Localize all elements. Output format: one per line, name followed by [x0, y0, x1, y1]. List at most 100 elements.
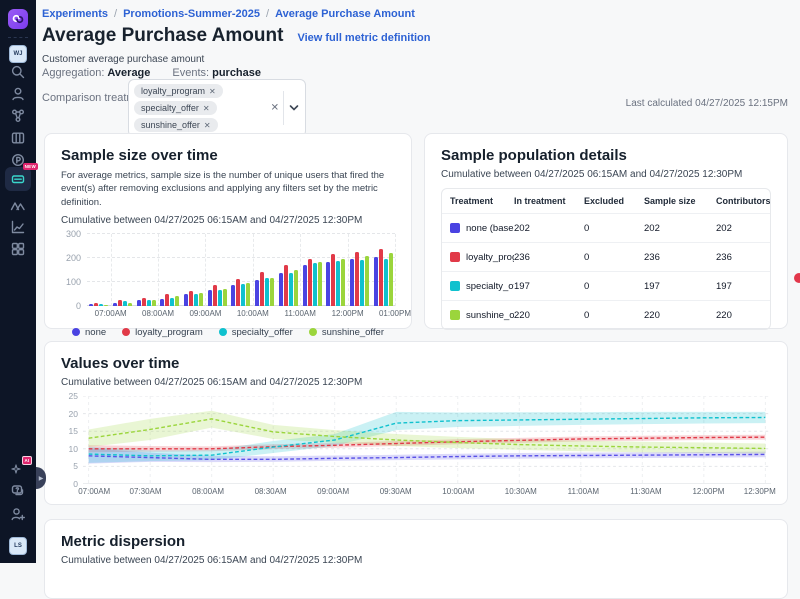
legend-item[interactable]: sunshine_offer — [309, 327, 384, 338]
bar-sunshine_offer[interactable] — [389, 253, 393, 306]
legend-item[interactable]: none — [72, 327, 106, 338]
bar-loyalty_program[interactable] — [379, 249, 383, 306]
table-row[interactable]: none (baseline)2020202202 — [442, 213, 770, 242]
bar-loyalty_program[interactable] — [284, 265, 288, 306]
bar-loyalty_program[interactable] — [189, 291, 193, 306]
bar-none[interactable] — [208, 290, 212, 306]
bar-sunshine_offer[interactable] — [294, 270, 298, 306]
bar-specialty_offer[interactable] — [336, 261, 340, 306]
chevron-down-icon[interactable] — [289, 105, 299, 112]
bar-sunshine_offer[interactable] — [246, 283, 250, 306]
legend-item[interactable]: loyalty_program — [122, 327, 203, 338]
bar-loyalty_program[interactable] — [213, 285, 217, 306]
bar-none[interactable] — [350, 259, 354, 306]
breadcrumb-item[interactable]: Experiments — [42, 8, 108, 20]
bar-group[interactable] — [348, 234, 372, 306]
bar-sunshine_offer[interactable] — [365, 256, 369, 306]
bar-none[interactable] — [326, 262, 330, 306]
bar-group[interactable] — [371, 234, 395, 306]
bar-none[interactable] — [279, 273, 283, 306]
view-metric-definition-link[interactable]: View full metric definition — [297, 32, 430, 44]
bar-group[interactable] — [158, 234, 182, 306]
bar-specialty_offer[interactable] — [123, 301, 127, 306]
line-chart-plot[interactable] — [83, 396, 771, 484]
invite-user-icon[interactable] — [10, 506, 26, 522]
bar-group[interactable] — [182, 234, 206, 306]
bar-group[interactable] — [134, 234, 158, 306]
bar-group[interactable] — [87, 234, 111, 306]
funnel-peaks-icon[interactable] — [10, 197, 26, 213]
bar-specialty_offer[interactable] — [147, 300, 151, 306]
sidebar-item-experiments-active[interactable]: NEW — [5, 167, 31, 191]
bar-sunshine_offer[interactable] — [270, 278, 274, 306]
bar-group[interactable] — [300, 234, 324, 306]
bar-none[interactable] — [113, 303, 117, 306]
chip-remove-icon[interactable]: ✕ — [203, 104, 210, 113]
bar-none[interactable] — [160, 299, 164, 306]
bar-specialty_offer[interactable] — [360, 260, 364, 306]
legend-item[interactable]: specialty_offer — [219, 327, 293, 338]
bar-sunshine_offer[interactable] — [175, 296, 179, 306]
bar-specialty_offer[interactable] — [170, 298, 174, 306]
bar-none[interactable] — [255, 280, 259, 306]
bar-sunshine_offer[interactable] — [128, 303, 132, 306]
app-logo[interactable] — [8, 9, 28, 29]
bar-specialty_offer[interactable] — [218, 290, 222, 306]
dashboards-grid-icon[interactable] — [10, 241, 26, 257]
ai-assistant-icon[interactable]: AI — [10, 459, 26, 475]
bar-sunshine_offer[interactable] — [341, 259, 345, 306]
bar-specialty_offer[interactable] — [384, 259, 388, 306]
users-icon[interactable] — [10, 86, 26, 102]
breadcrumb-item[interactable]: Average Purchase Amount — [275, 8, 415, 20]
bar-sunshine_offer[interactable] — [223, 289, 227, 306]
treatment-chip[interactable]: specialty_offer✕ — [134, 101, 217, 115]
bar-group[interactable] — [205, 234, 229, 306]
clear-all-icon[interactable]: ✕ — [271, 103, 279, 114]
bar-group[interactable] — [111, 234, 135, 306]
metrics-chart-icon[interactable] — [10, 219, 26, 235]
bar-sunshine_offer[interactable] — [318, 262, 322, 306]
bar-loyalty_program[interactable] — [142, 298, 146, 306]
bar-loyalty_program[interactable] — [355, 252, 359, 306]
bar-none[interactable] — [89, 304, 93, 305]
bar-none[interactable] — [184, 294, 188, 306]
table-row[interactable]: specialty_offer1970197197 — [442, 271, 770, 300]
bar-loyalty_program[interactable] — [118, 300, 122, 306]
bar-group[interactable] — [253, 234, 277, 306]
bar-loyalty_program[interactable] — [331, 254, 335, 306]
chip-remove-icon[interactable]: ✕ — [209, 87, 216, 96]
bar-specialty_offer[interactable] — [241, 284, 245, 306]
chip-remove-icon[interactable]: ✕ — [204, 121, 211, 130]
bar-loyalty_program[interactable] — [260, 272, 264, 306]
table-row[interactable]: loyalty_program2360236236 — [442, 242, 770, 271]
comparison-treatments-select[interactable]: loyalty_program✕ specialty_offer✕ sunshine… — [128, 79, 306, 137]
table-row[interactable]: sunshine_offer2200220220 — [442, 300, 770, 329]
bar-none[interactable] — [374, 257, 378, 305]
bar-specialty_offer[interactable] — [313, 263, 317, 306]
columns-icon[interactable] — [10, 130, 26, 146]
bar-sunshine_offer[interactable] — [152, 300, 156, 306]
bar-none[interactable] — [303, 265, 307, 306]
bar-loyalty_program[interactable] — [236, 279, 240, 306]
breadcrumb-item[interactable]: Promotions-Summer-2025 — [123, 8, 260, 20]
bar-none[interactable] — [231, 285, 235, 306]
bar-specialty_offer[interactable] — [194, 294, 198, 306]
treatment-chip[interactable]: loyalty_program✕ — [134, 84, 223, 98]
gates-nodes-icon[interactable] — [10, 108, 26, 124]
bar-chart-plot[interactable] — [87, 234, 395, 306]
bar-loyalty_program[interactable] — [165, 294, 169, 306]
treatment-chip[interactable]: sunshine_offer✕ — [134, 118, 218, 132]
user-avatar[interactable]: LS — [9, 537, 27, 555]
bar-sunshine_offer[interactable] — [104, 305, 108, 306]
bar-sunshine_offer[interactable] — [199, 293, 203, 306]
bar-loyalty_program[interactable] — [94, 303, 98, 306]
help-chat-icon[interactable] — [10, 483, 26, 499]
bar-group[interactable] — [277, 234, 301, 306]
feedback-edge-button[interactable] — [794, 273, 800, 283]
bar-none[interactable] — [137, 300, 141, 306]
bar-loyalty_program[interactable] — [308, 259, 312, 306]
bar-group[interactable] — [229, 234, 253, 306]
bar-specialty_offer[interactable] — [265, 278, 269, 306]
bar-specialty_offer[interactable] — [99, 304, 103, 306]
workspace-avatar[interactable]: WJ — [9, 45, 27, 63]
